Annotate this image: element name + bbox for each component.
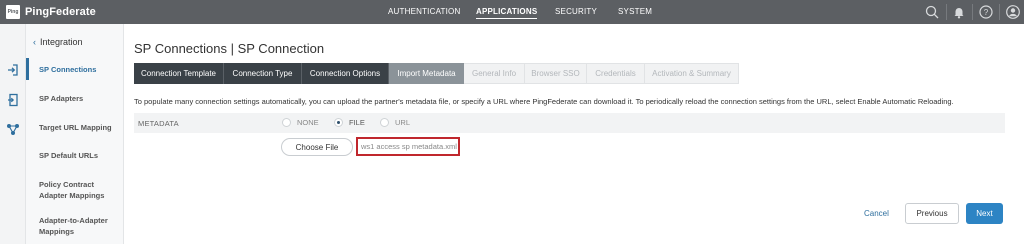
icon-rail — [0, 24, 26, 244]
tab-connection-options[interactable]: Connection Options — [302, 63, 389, 84]
bell-icon[interactable] — [951, 4, 967, 20]
sidebar-section-title: Integration — [40, 37, 83, 47]
sign-in-icon[interactable] — [5, 62, 21, 78]
next-button[interactable]: Next — [966, 203, 1003, 224]
chevron-left-icon: ‹ — [33, 37, 36, 47]
tab-connection-template[interactable]: Connection Template — [134, 63, 224, 84]
ping-logo-mark: Ping — [6, 5, 20, 19]
page-title: SP Connections | SP Connection — [134, 41, 325, 56]
sidebar-item-adapter-to-adapter-mappings[interactable]: Adapter-to-Adapter Mappings — [39, 215, 117, 237]
nav-security[interactable]: SECURITY — [555, 7, 597, 16]
divider — [972, 4, 973, 20]
radio-url[interactable]: URL — [380, 118, 410, 127]
radio-circle — [282, 118, 291, 127]
tab-browser-sso[interactable]: Browser SSO — [525, 63, 587, 84]
radio-none[interactable]: NONE — [282, 118, 319, 127]
sidebar-item-policy-contract-adapter-mappings[interactable]: Policy Contract Adapter Mappings — [39, 179, 117, 201]
tab-credentials[interactable]: Credentials — [587, 63, 645, 84]
user-account-icon[interactable] — [1005, 4, 1021, 20]
radio-circle — [334, 118, 343, 127]
sidebar-item-sp-default-urls[interactable]: SP Default URLs — [39, 150, 98, 161]
metadata-label: METADATA — [138, 119, 179, 128]
wizard-tabs: Connection Template Connection Type Conn… — [134, 63, 739, 84]
tab-import-metadata[interactable]: Import Metadata — [389, 63, 464, 84]
sidebar-item-target-url-mapping[interactable]: Target URL Mapping — [39, 122, 112, 133]
tab-activation-summary[interactable]: Activation & Summary — [645, 63, 739, 84]
divider — [946, 4, 947, 20]
nav-system[interactable]: SYSTEM — [618, 7, 652, 16]
nav-authentication[interactable]: AUTHENTICATION — [388, 7, 460, 16]
radio-circle — [380, 118, 389, 127]
intro-text: To populate many connection settings aut… — [134, 97, 954, 106]
radio-url-label: URL — [395, 118, 411, 127]
radio-file-label: FILE — [349, 118, 365, 127]
top-navigation-bar: Ping PingFederate AUTHENTICATION APPLICA… — [0, 0, 1024, 24]
tab-general-info[interactable]: General Info — [464, 63, 525, 84]
radio-file[interactable]: FILE — [334, 118, 365, 127]
sidebar-item-sp-adapters[interactable]: SP Adapters — [39, 93, 83, 104]
svg-text:?: ? — [984, 8, 989, 17]
network-icon[interactable] — [5, 121, 21, 137]
tab-connection-type[interactable]: Connection Type — [224, 63, 302, 84]
document-login-icon[interactable] — [5, 92, 21, 108]
product-name: PingFederate — [25, 6, 96, 18]
search-icon[interactable] — [924, 4, 940, 20]
nav-applications[interactable]: APPLICATIONS — [476, 7, 538, 19]
cancel-link[interactable]: Cancel — [864, 209, 889, 218]
ping-logo[interactable]: Ping PingFederate — [6, 4, 96, 20]
choose-file-button[interactable]: Choose File — [281, 138, 353, 156]
sidebar: ‹ Integration SP Connections SP Adapters … — [26, 24, 124, 244]
divider — [999, 4, 1000, 20]
radio-none-label: NONE — [297, 118, 319, 127]
selected-file-name: ws1 access sp metadata.xml — [356, 137, 460, 156]
help-icon[interactable]: ? — [978, 4, 994, 20]
sidebar-section-integration[interactable]: ‹ Integration — [33, 37, 83, 47]
metadata-row: METADATA NONE FILE URL — [134, 113, 1005, 133]
sidebar-item-sp-connections[interactable]: SP Connections — [39, 64, 96, 75]
previous-button[interactable]: Previous — [905, 203, 959, 224]
active-indicator — [26, 58, 29, 80]
